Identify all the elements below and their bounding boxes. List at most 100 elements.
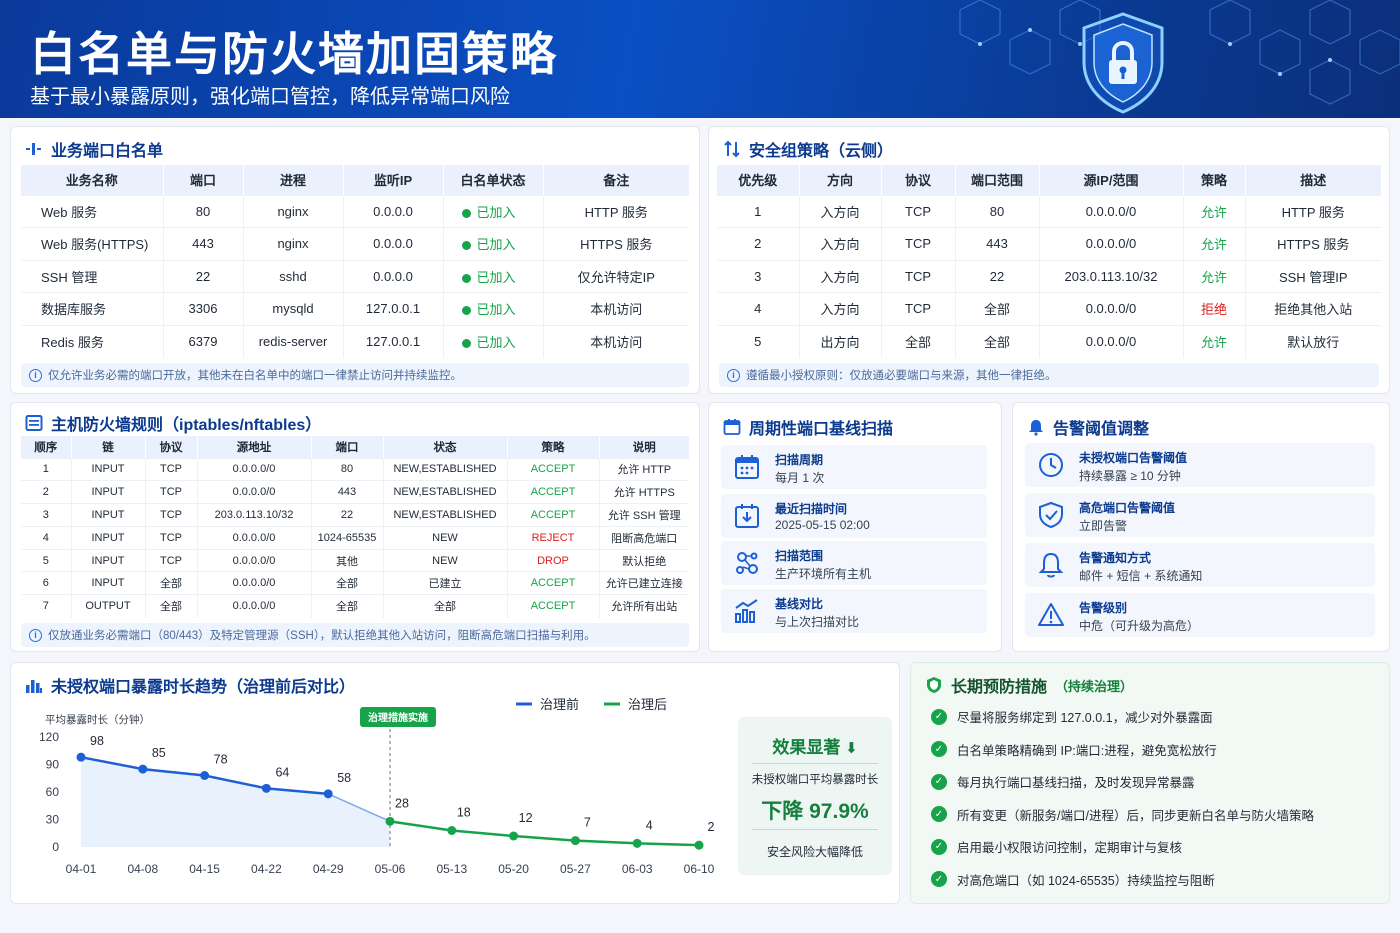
- trend-line-chart: 平均暴露时长（分钟） 0 30 60 90 120 04-01 04-08 04-15 04-22…: [39, 697, 715, 876]
- table-cell: 1: [21, 457, 72, 481]
- table-cell: 允许: [1183, 324, 1246, 358]
- table-cell: 0.0.0.0/0: [197, 571, 312, 595]
- check-icon: ✓: [931, 773, 947, 790]
- table-cell: 3: [21, 503, 72, 527]
- effect-title: 效果显著 ⬇: [772, 738, 858, 757]
- table-cell: TCP: [145, 457, 198, 481]
- table-cell: 22: [955, 259, 1040, 293]
- table-cell: 0.0.0.0/0: [1039, 227, 1184, 260]
- table-cell: 0.0.0.0/0: [197, 480, 312, 504]
- table-cell: INPUT: [71, 525, 146, 550]
- table-cell: 3306: [163, 292, 244, 325]
- column-header: 协议: [145, 436, 198, 458]
- table-cell: DROP: [507, 548, 600, 572]
- data-label: 28: [395, 796, 409, 810]
- policy-badge: 允许: [1200, 204, 1227, 220]
- host-firewall-title: 主机防火墙规则（iptables/nftables）: [25, 411, 321, 435]
- table-cell: 本机访问: [543, 292, 689, 325]
- item-label: 高危端口告警阈值: [1079, 501, 1176, 515]
- table-cell: 默认放行: [1245, 324, 1381, 358]
- x-tick-label: 04-15: [189, 862, 220, 876]
- table-cell: SSH 管理: [21, 259, 164, 293]
- y-tick-label: 90: [46, 758, 60, 772]
- effect-footer: 安全风险大幅降低: [766, 845, 863, 859]
- data-label: 64: [275, 765, 289, 779]
- x-tick-label: 04-01: [66, 862, 97, 876]
- alert-item: 告警级别 中危（可升级为高危）: [1025, 593, 1375, 637]
- y-axis-label: 平均暴露时长（分钟）: [45, 713, 150, 726]
- table-cell: 2: [21, 480, 72, 504]
- table-cell: 允许所有出站: [599, 594, 689, 618]
- list-item: ✓ 启用最小权限访问控制，定期审计与复核: [931, 837, 1182, 856]
- hexagon-pattern-decoration: [959, 0, 1400, 114]
- table-cell: 已加入: [443, 227, 544, 260]
- table-cell: 允许已建立连接: [599, 571, 689, 595]
- bell-alert-icon: [1029, 420, 1043, 436]
- column-header: 源地址: [197, 436, 312, 458]
- security-group-table: 优先级 方向 协议 端口范围 源IP/范围 策略 描述 1 入方向 TCP 80 0.0.0.0/0…: [717, 165, 1381, 358]
- table-cell: 允许 SSH 管理: [599, 503, 689, 527]
- item-label: 告警通知方式: [1079, 551, 1152, 565]
- policy-badge: DROP: [537, 554, 569, 567]
- item-label: 最近扫描时间: [775, 502, 848, 516]
- table-cell: 其他: [311, 548, 384, 572]
- shield-lock-icon: [1082, 12, 1164, 114]
- page-subtitle: 基于最小暴露原则，强化端口管控，降低异常端口风险: [30, 86, 510, 108]
- data-point: [385, 816, 395, 826]
- table-cell: Redis 服务: [21, 324, 164, 358]
- network-icon: [736, 552, 758, 574]
- x-tick-label: 06-03: [622, 862, 653, 876]
- table-row: 2 入方向 TCP 443 0.0.0.0/0 允许 HTTPS 服务: [717, 227, 1381, 260]
- policy-badge: 拒绝: [1200, 302, 1227, 318]
- x-tick-label: 05-27: [560, 862, 591, 876]
- bar-chart-icon: [735, 599, 758, 623]
- table-cell: 4: [717, 292, 800, 325]
- table-cell: 允许: [1183, 194, 1246, 228]
- whitelist-table: 业务名称 端口 进程 监听IP 白名单状态 备注 Web 服务 80 nginx 0.0.0.0…: [21, 165, 689, 358]
- table-cell: 拒绝: [1183, 292, 1246, 325]
- item-label: 扫描范围: [775, 549, 824, 563]
- table-cell: 4: [21, 525, 72, 550]
- table-cell: 3: [717, 259, 800, 293]
- table-cell: 127.0.0.1: [343, 324, 444, 358]
- x-tick-label: 04-22: [251, 862, 282, 876]
- column-header: 协议: [881, 165, 956, 195]
- x-tick-label: 04-08: [127, 862, 158, 876]
- status-badge: 已加入: [476, 335, 516, 350]
- table-cell: 全部: [383, 594, 508, 618]
- table-row: 4 INPUT TCP 0.0.0.0/0 1024-65535 NEW REJECT 阻断高…: [21, 525, 689, 550]
- data-point: [447, 826, 457, 835]
- table-cell: 已加入: [443, 194, 544, 228]
- table-cell: 443: [163, 227, 244, 260]
- table-row: 4 入方向 TCP 全部 0.0.0.0/0 拒绝 拒绝其他入站: [717, 292, 1381, 325]
- info-icon: i: [727, 368, 740, 382]
- check-icon: ✓: [931, 806, 947, 822]
- table-row: 3 入方向 TCP 22 203.0.113.10/32 允许 SSH 管理IP: [717, 259, 1381, 293]
- status-dot-icon: [461, 306, 471, 316]
- legend-label: 治理后: [628, 697, 667, 712]
- table-cell: INPUT: [71, 503, 146, 527]
- data-label: 58: [337, 771, 351, 785]
- calendar-clock-icon: [735, 504, 759, 528]
- list-item: ✓ 白名单策略精确到 IP:端口:进程，避免宽松放行: [931, 740, 1217, 759]
- data-point: [570, 836, 580, 846]
- list-item: ✓ 对高危端口（如 1024-65535）持续监控与阻断: [931, 870, 1215, 889]
- status-dot-icon: [461, 241, 471, 251]
- table-cell: TCP: [145, 548, 198, 572]
- column-header: 端口范围: [955, 165, 1040, 195]
- table-cell: 443: [955, 227, 1040, 260]
- info-icon: i: [29, 628, 42, 642]
- security-group-note: i 遵循最小授权原则：仅放通必要端口与来源，其他一律拒绝。: [719, 363, 1379, 387]
- table-cell: Web 服务(HTTPS): [21, 227, 164, 260]
- baseline-scan-card: 周期性端口基线扫描 扫描周期 每月 1 次最近扫描时间 2025-05-15 02:…: [708, 402, 1002, 652]
- data-label: 4: [646, 818, 653, 832]
- trend-chart-card: 未授权端口暴露时长趋势（治理前后对比） 平均暴露时长（分钟） 0 30 60 90 120…: [10, 662, 900, 904]
- table-cell: OUTPUT: [71, 594, 146, 618]
- clock-icon: [1039, 453, 1063, 477]
- whitelist-title: 业务端口白名单: [25, 137, 163, 161]
- column-header: 方向: [799, 165, 882, 195]
- table-cell: TCP: [145, 480, 198, 504]
- y-tick-label: 60: [46, 785, 60, 799]
- table-row: 1 INPUT TCP 0.0.0.0/0 80 NEW,ESTABLISHED ACCEP…: [21, 457, 689, 481]
- effect-value: 下降 97.9%: [761, 800, 869, 823]
